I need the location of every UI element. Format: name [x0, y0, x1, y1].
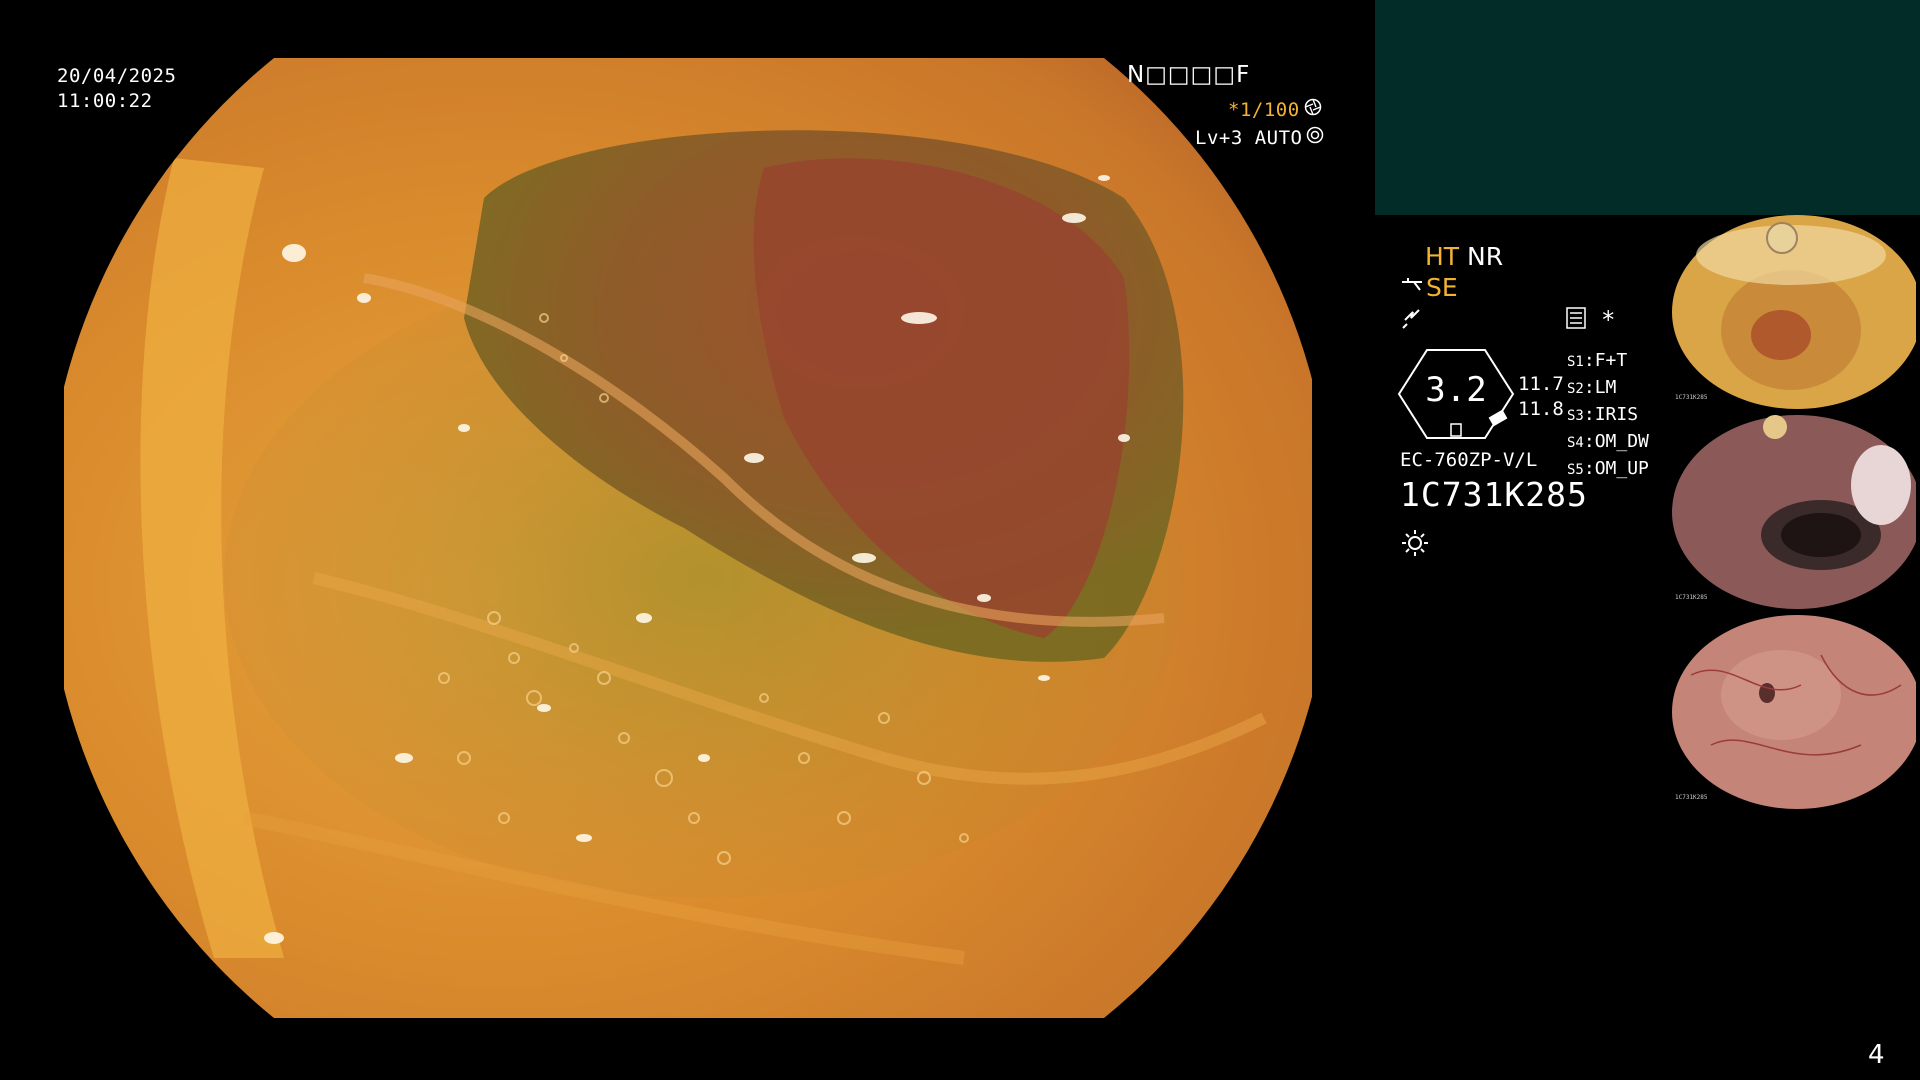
lightning-icon: [1401, 306, 1423, 334]
gauge-value: 3.2: [1425, 370, 1487, 410]
reading-1: 11.7: [1518, 373, 1564, 395]
zoom-gauge: 3.2: [1397, 348, 1515, 440]
thumb-serial: 1C731K285: [1675, 594, 1708, 601]
thumbnail-1[interactable]: 1C731K285: [1671, 215, 1916, 410]
preset-list: S1:F+T S2:LM S3:IRIS S4:OM_DW S5:OM_UP: [1567, 348, 1649, 483]
auto-mode-icon: [1306, 126, 1324, 151]
page-number: 4: [1868, 1040, 1885, 1070]
readings: 11.7 11.8: [1518, 372, 1564, 422]
thumb-serial: 1C731K285: [1675, 794, 1708, 801]
mode-se: SE: [1400, 273, 1458, 302]
reading-2: 11.8: [1518, 398, 1564, 420]
level-row: Lv+3 AUTO: [1195, 126, 1324, 151]
preset-item: S2:LM: [1567, 377, 1617, 398]
scope-model: EC-760ZP-V/L: [1400, 449, 1538, 471]
endoscopy-view: [64, 58, 1312, 1018]
time-text: 11:00:22: [57, 90, 153, 112]
datetime: 20/04/2025 11:00:22: [57, 64, 176, 114]
shutter-text: *1/100: [1228, 99, 1300, 121]
scope-serial: 1C731K285: [1400, 475, 1588, 514]
thumb-serial: 1C731K285: [1675, 394, 1708, 401]
thumbnail-3[interactable]: 1C731K285: [1671, 615, 1916, 810]
scope-tip-icon: [1400, 273, 1424, 302]
id-code: N□□□□F: [1127, 62, 1251, 88]
date-text: 20/04/2025: [57, 65, 177, 87]
info-box: [1375, 0, 1920, 215]
mode-ht-nr: HT NR: [1425, 242, 1503, 271]
se-label: SE: [1426, 273, 1458, 302]
aperture-icon: [1304, 98, 1322, 123]
thumbnail-2[interactable]: 1C731K285: [1671, 415, 1916, 610]
preset-item: S4:OM_DW: [1567, 431, 1649, 452]
preset-item: S1:F+T: [1567, 350, 1628, 371]
asterisk-mark: *: [1601, 306, 1616, 334]
ht-label: HT: [1425, 242, 1460, 271]
image-settings-icon: [1566, 307, 1586, 333]
preset-item: S5:OM_UP: [1567, 458, 1649, 479]
preset-item: S3:IRIS: [1567, 404, 1639, 425]
shutter-row: *1/100: [1228, 98, 1322, 123]
level-text: Lv+3 AUTO: [1195, 127, 1303, 149]
nr-label: NR: [1467, 242, 1504, 271]
light-icon: [1400, 528, 1430, 562]
